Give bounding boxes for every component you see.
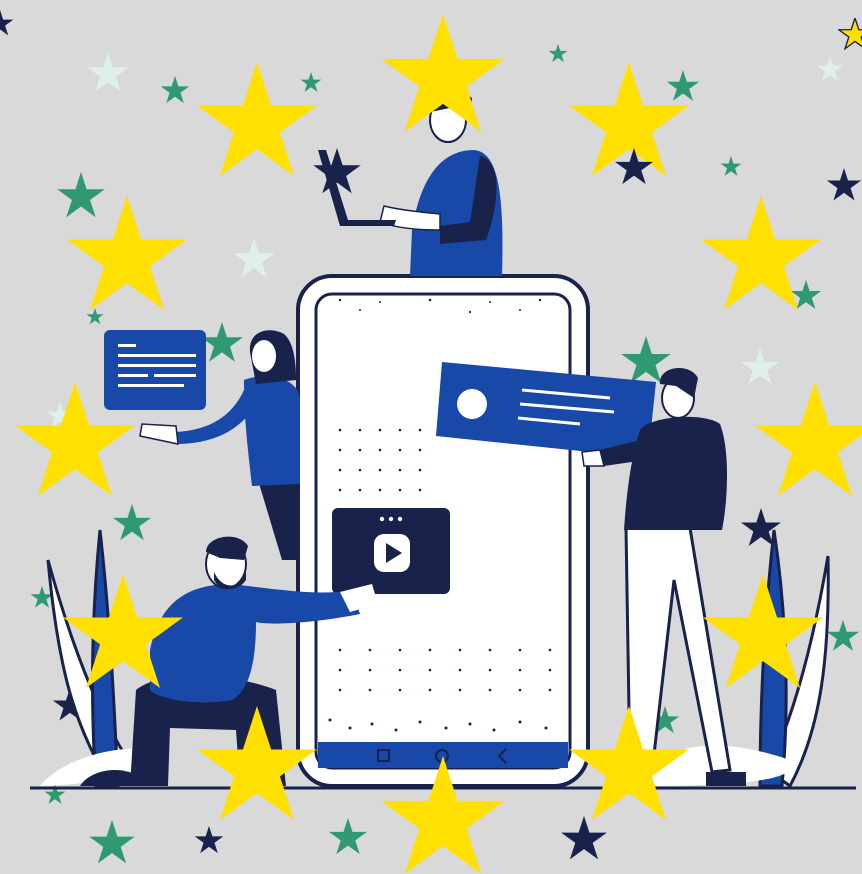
- avatar-circle: [457, 389, 487, 419]
- illustration-scene: [0, 10, 862, 874]
- more-dots-icon: [379, 516, 385, 522]
- chat-bubble-card: [104, 330, 206, 410]
- video-card: [332, 508, 450, 594]
